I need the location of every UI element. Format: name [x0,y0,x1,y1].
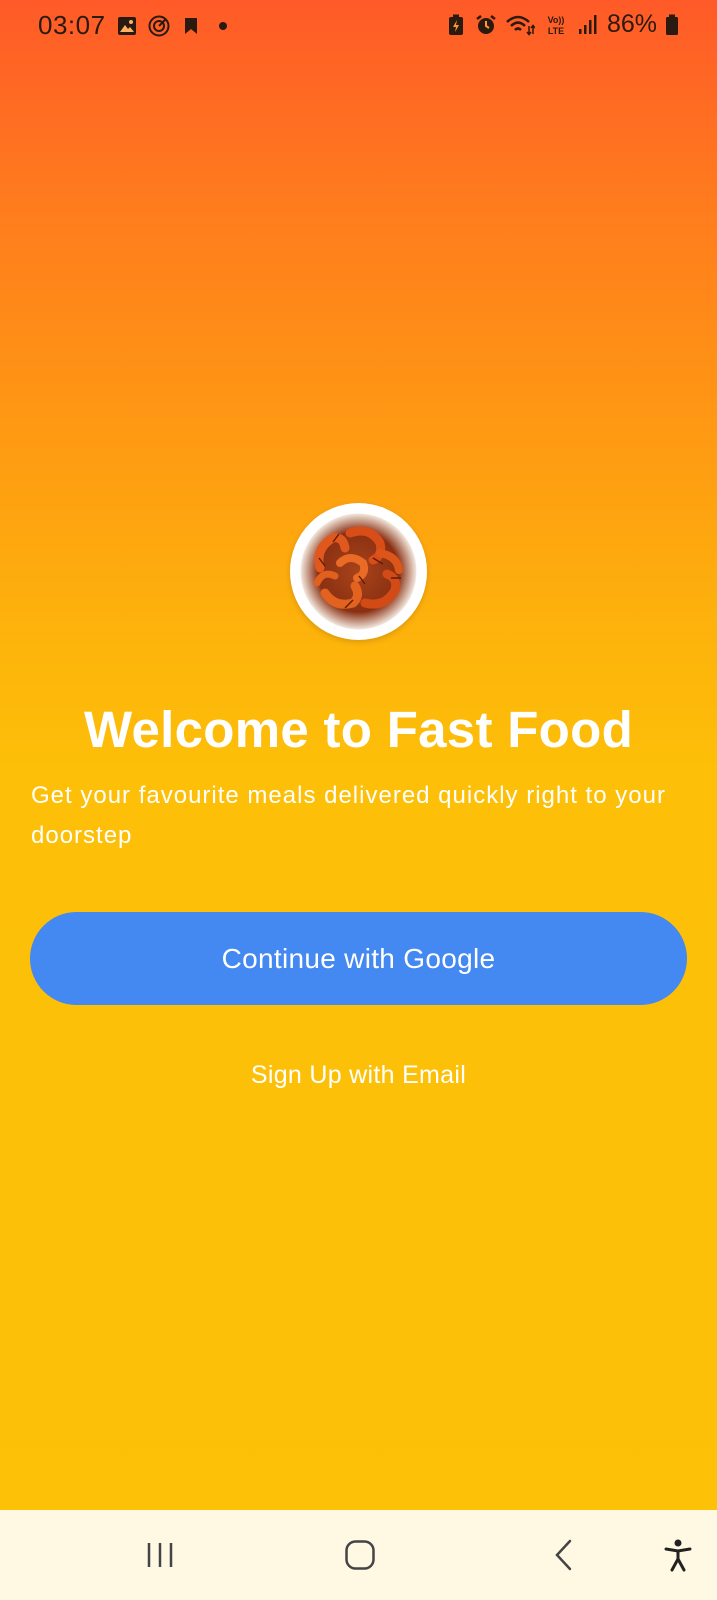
status-right: Vo)) LTE 86% [445,10,679,39]
continue-with-google-button[interactable]: Continue with Google [30,912,687,1005]
battery-icon [665,14,679,36]
sign-up-with-email-link[interactable]: Sign Up with Email [0,1061,717,1090]
accessibility-icon[interactable] [648,1510,708,1600]
welcome-subtitle: Get your favourite meals delivered quick… [31,782,666,849]
dot-icon [212,15,234,37]
wifi-icon [505,14,535,36]
battery-percentage: 86% [606,10,657,38]
alarm-icon [475,14,497,36]
welcome-screen: 03:07 Vo)) LTE 86% Welcome to Fast Food … [0,0,717,1600]
battery-saver-icon [445,14,467,36]
target-icon [148,15,170,37]
recents-icon[interactable] [130,1510,190,1600]
home-icon[interactable] [330,1510,390,1600]
welcome-title: Welcome to Fast Food [83,701,634,758]
status-time: 03:07 [38,10,106,40]
signal-icon [577,14,599,36]
gallery-icon [116,15,138,37]
back-icon[interactable] [534,1510,594,1600]
status-left: 03:07 [38,10,234,41]
svg-text:LTE: LTE [548,26,564,36]
svg-text:Vo)): Vo)) [548,15,565,25]
system-navigation-bar [0,1510,717,1600]
bookmark-icon [180,15,202,37]
volte-icon: Vo)) LTE [543,14,569,36]
status-bar: 03:07 Vo)) LTE 86% [0,0,717,52]
shrimp-bowl-image [296,509,421,634]
shrimp-bowl-logo [290,503,427,640]
